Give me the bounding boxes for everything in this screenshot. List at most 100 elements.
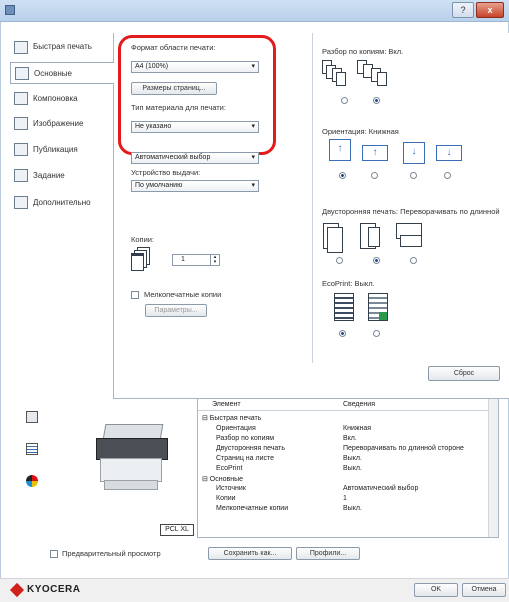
table-row: Ориентация xyxy=(216,425,256,432)
sidebar-item-layout[interactable]: Компоновка xyxy=(10,87,114,109)
copies-stepper[interactable]: ▴ ▾ xyxy=(210,255,219,265)
ecoprint-label: EcoPrint: Выкл. xyxy=(322,279,375,288)
duplex-short-edge-icon xyxy=(396,223,426,253)
cancel-button[interactable]: Отмена xyxy=(462,583,506,597)
collate-on-icon xyxy=(357,60,389,88)
sidebar-item-label: Дополнительно xyxy=(33,197,91,207)
column-divider xyxy=(312,33,313,363)
printer-language-badge: PCL XL xyxy=(160,524,194,536)
close-button[interactable]: x xyxy=(476,2,504,18)
copies-icon xyxy=(131,247,151,271)
sidebar-item-label: Компоновка xyxy=(33,93,78,103)
table-row-value: Выкл. xyxy=(343,455,362,462)
ecoprint-on-radio[interactable] xyxy=(339,330,346,337)
ecoprint-off-radio[interactable] xyxy=(373,330,380,337)
reset-button[interactable]: Сброс xyxy=(428,366,500,381)
quick-print-icon xyxy=(14,40,28,54)
table-row-value: Выкл. xyxy=(343,505,362,512)
collate-label: Разбор по копиям: Вкл. xyxy=(322,47,404,56)
mopy-checkbox[interactable] xyxy=(131,291,139,299)
table-row: EcoPrint xyxy=(216,465,243,472)
ecoprint-on-icon xyxy=(334,293,354,321)
color-icon[interactable] xyxy=(26,475,38,487)
orientation-portrait-icon: ↑ xyxy=(329,139,351,161)
table-row: Разбор по копиям xyxy=(216,435,275,442)
orientation-landscape-radio[interactable] xyxy=(371,172,378,179)
ecoprint-off-icon xyxy=(368,293,388,321)
copies-label: Копии: xyxy=(131,235,155,244)
table-row-value: 1 xyxy=(343,495,347,502)
table-row: Источник xyxy=(216,485,246,492)
params-button[interactable]: Параметры... xyxy=(145,304,207,317)
table-row: Двусторонняя печать xyxy=(216,445,285,452)
sidebar-item-imaging[interactable]: Изображение xyxy=(10,112,114,134)
settings-summary-table: Элемент Сведения ⊟ Быстрая печать Ориент… xyxy=(197,398,499,538)
profiles-button[interactable]: Профили... xyxy=(296,547,360,560)
table-row: ⊟ Основные xyxy=(202,476,244,483)
table-row: Копии xyxy=(216,495,236,502)
sidebar-item-label: Изображение xyxy=(33,118,84,128)
duplex-short-edge-radio[interactable] xyxy=(410,257,417,264)
table-row-value: Книжная xyxy=(343,425,372,432)
app-icon xyxy=(5,5,15,15)
publishing-icon xyxy=(14,142,28,156)
orientation-landscape-icon: ↑ xyxy=(362,145,388,161)
sidebar-item-advanced[interactable]: Дополнительно xyxy=(10,191,114,213)
job-icon xyxy=(14,168,28,182)
preview-label: Предварительный просмотр xyxy=(62,549,161,558)
table-header: Элемент Сведения xyxy=(198,399,488,411)
duplex-long-edge-radio[interactable] xyxy=(373,257,380,264)
orientation-portrait-rotated-icon: ↓ xyxy=(403,142,425,164)
output-dropdown[interactable]: По умолчанию xyxy=(131,180,259,192)
table-scrollbar[interactable] xyxy=(488,399,498,537)
brand-text: KYOCERA xyxy=(27,584,81,595)
advanced-icon xyxy=(14,195,28,209)
ok-button[interactable]: OK xyxy=(414,583,458,597)
mopy-label: Мелкопечатные копии xyxy=(144,290,222,299)
source-dropdown[interactable]: Автоматический выбор xyxy=(131,152,259,164)
sidebar-item-quick-print[interactable]: Быстрая печать xyxy=(10,34,114,60)
save-as-button[interactable]: Сохранить как... xyxy=(208,547,292,560)
output-label: Устройство выдачи: xyxy=(131,168,201,177)
collate-off-icon xyxy=(322,60,350,88)
orientation-landscape-rotated-radio[interactable] xyxy=(444,172,451,179)
view-toggle-list[interactable] xyxy=(26,443,38,455)
table-row: ⊟ Быстрая печать xyxy=(202,415,262,422)
sidebar: Быстрая печать Основные Компоновка Изобр… xyxy=(10,34,114,288)
duplex-off-radio[interactable] xyxy=(336,257,343,264)
sidebar-item-basic[interactable]: Основные xyxy=(10,62,114,84)
duplex-label: Двусторонняя печать: Переворачивать по д… xyxy=(322,207,500,216)
orientation-portrait-radio[interactable] xyxy=(339,172,346,179)
kyocera-logo: KYOCERA xyxy=(9,582,81,597)
orientation-portrait-rotated-radio[interactable] xyxy=(410,172,417,179)
preview-checkbox[interactable] xyxy=(50,550,58,558)
sidebar-item-job[interactable]: Задание xyxy=(10,164,114,186)
title-bar xyxy=(0,0,509,22)
collate-off-radio[interactable] xyxy=(341,97,348,104)
sidebar-item-label: Быстрая печать xyxy=(33,42,92,51)
imaging-icon xyxy=(14,116,28,130)
sidebar-item-publishing[interactable]: Публикация xyxy=(10,138,114,160)
table-row-value: Вкл. xyxy=(343,435,357,442)
basic-icon xyxy=(15,66,29,80)
duplex-off-icon xyxy=(323,223,345,253)
kyocera-logo-mark xyxy=(9,582,25,597)
table-row: Страниц на листе xyxy=(216,455,274,462)
sidebar-item-label: Задание xyxy=(33,170,65,180)
table-row-value: Выкл. xyxy=(343,465,362,472)
printer-image xyxy=(90,420,180,490)
copies-input[interactable]: 1 ▴ ▾ xyxy=(172,254,220,266)
orientation-label: Ориентация: Книжная xyxy=(322,127,399,136)
table-row-value: Автоматический выбор xyxy=(343,485,419,492)
view-toggle-device[interactable] xyxy=(26,411,38,423)
sidebar-item-label: Публикация xyxy=(33,144,78,154)
highlight-frame xyxy=(118,35,276,155)
collate-on-radio[interactable] xyxy=(373,97,380,104)
layout-icon xyxy=(14,91,28,105)
column-header-value: Сведения xyxy=(343,401,375,408)
column-header-item: Элемент xyxy=(212,401,241,408)
orientation-landscape-rotated-icon: ↓ xyxy=(436,145,462,161)
help-button[interactable]: ? xyxy=(452,2,474,18)
table-row-value: Переворачивать по длинной стороне xyxy=(343,445,464,452)
duplex-long-edge-icon xyxy=(360,223,386,253)
